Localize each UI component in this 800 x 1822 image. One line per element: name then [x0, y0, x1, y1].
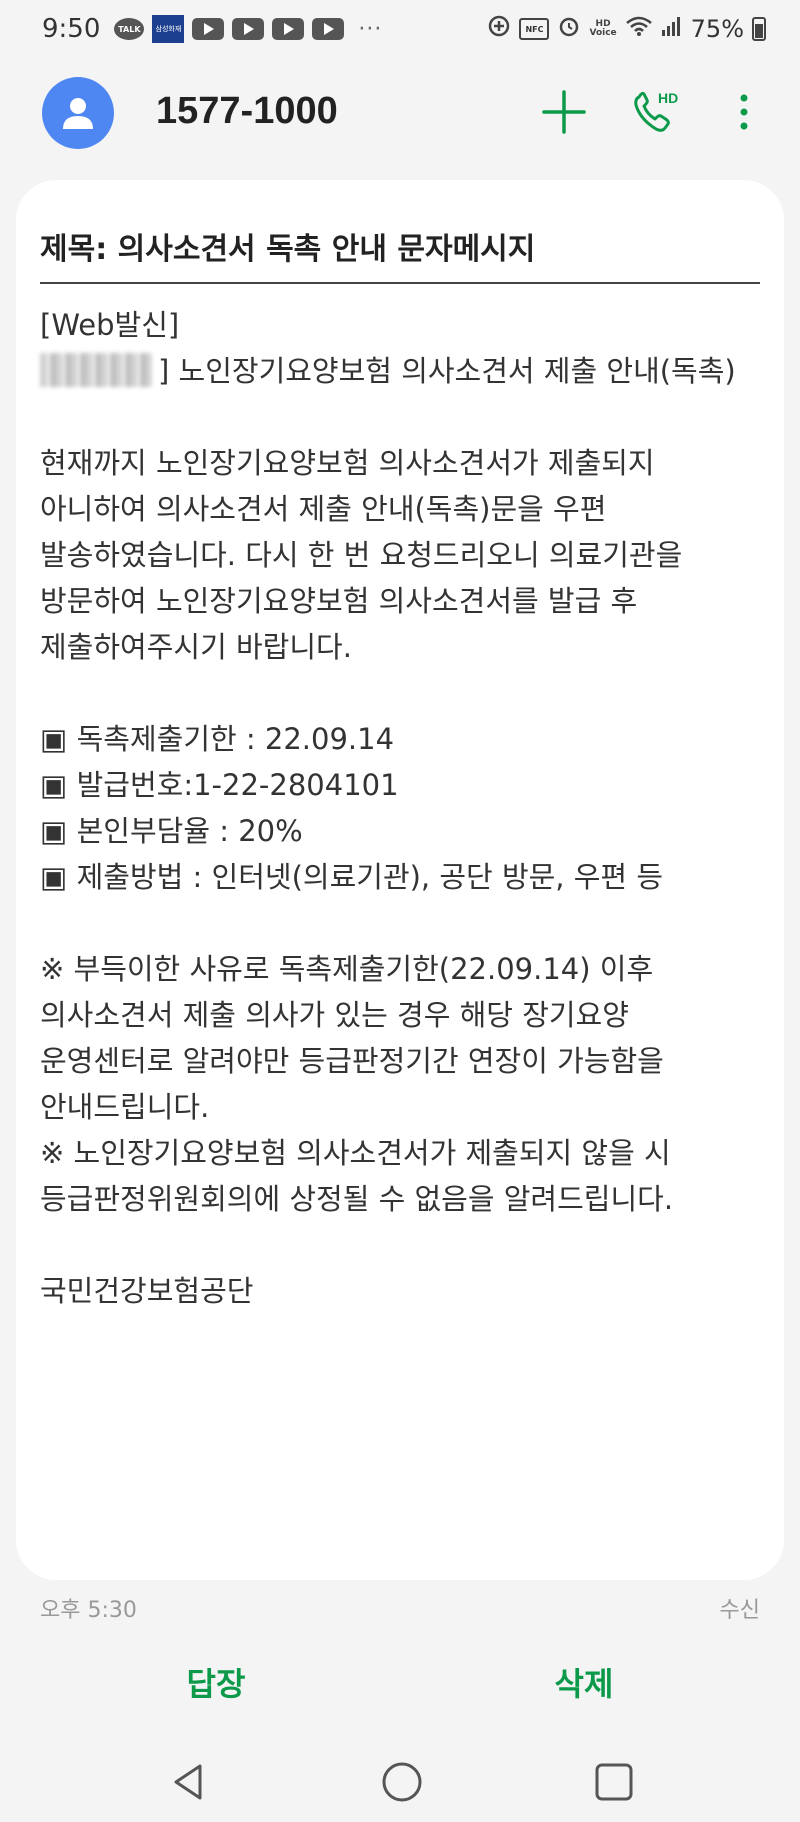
- hd-call-icon: HD: [634, 90, 678, 132]
- notice-line: ] 노인장기요양보험 의사소견서 제출 안내(독촉): [40, 348, 770, 394]
- notice-title: ] 노인장기요양보험 의사소견서 제출 안내(독촉): [158, 354, 736, 388]
- youtube-icon: [272, 18, 305, 40]
- paragraph-line: 방문하여 노인장기요양보험 의사소견서를 발급 후: [40, 584, 638, 618]
- contact-number: 1577-1000: [156, 90, 338, 132]
- back-icon: [174, 1764, 202, 1800]
- nfc-icon: NFC: [519, 18, 550, 40]
- add-icon: [542, 90, 586, 134]
- paragraph-line: 제출하여주시기 바랍니다.: [40, 630, 352, 664]
- avatar-icon[interactable]: [42, 77, 114, 149]
- note-line: 운영센터로 알려야만 등급판정기간 연장이 가능함을: [40, 1044, 664, 1078]
- status-right: NFC HD Voice 75%: [487, 14, 766, 44]
- hd-call-button[interactable]: HD: [628, 86, 680, 138]
- web-tag: [Web발신]: [40, 308, 180, 342]
- youtube-icon: [232, 18, 265, 40]
- note-line: ※ 부득이한 사유로 독촉제출기한(22.09.14) 이후: [40, 952, 654, 986]
- detail-deadline: ▣ 독촉제출기한 : 22.09.14: [40, 722, 395, 756]
- conversation-header: 1577-1000 HD: [0, 70, 800, 160]
- message-subject: 제목: 의사소견서 독촉 안내 문자메시지: [40, 224, 760, 284]
- hd-voice-icon: HD Voice: [589, 19, 617, 38]
- data-saver-icon: [487, 14, 511, 44]
- sender-name: 국민건강보험공단: [40, 1274, 254, 1308]
- detail-copay-rate: ▣ 본인부담율 : 20%: [40, 814, 303, 848]
- paragraph-line: 발송하였습니다. 다시 한 번 요청드리오니 의료기관을: [40, 538, 683, 572]
- signal-icon: [661, 15, 683, 43]
- detail-issue-number: ▣ 발급번호:1-22-2804101: [40, 768, 399, 802]
- status-bar: 9:50 TALK 삼성화재 ··· NFC HD Voice 75%: [0, 0, 800, 58]
- status-time: 9:50: [42, 14, 101, 44]
- note-line: ※ 노인장기요양보험 의사소견서가 제출되지 않을 시: [40, 1136, 671, 1170]
- home-icon: [382, 1762, 422, 1802]
- recents-icon: [595, 1763, 633, 1801]
- delete-button[interactable]: 삭제: [464, 1652, 704, 1712]
- hd-badge: HD: [658, 90, 678, 106]
- message-body: [Web발신] ] 노인장기요양보험 의사소견서 제출 안내(독촉) 현재까지 …: [40, 302, 770, 1314]
- more-icon: [740, 94, 748, 130]
- paragraph-line: 현재까지 노인장기요양보험 의사소견서가 제출되지: [40, 446, 655, 480]
- message-status: 수신: [719, 1598, 760, 1623]
- status-left: 9:50 TALK 삼성화재 ···: [42, 14, 382, 44]
- youtube-icon: [312, 18, 345, 40]
- detail-submit-method: ▣ 제출방법 : 인터넷(의료기관), 공단 방문, 우편 등: [40, 860, 664, 894]
- battery-percent: 75%: [690, 15, 744, 43]
- alarm-icon: [557, 14, 581, 44]
- battery-icon: [752, 17, 766, 41]
- paragraph-line: 아니하여 의사소견서 제출 안내(독촉)문을 우편: [40, 492, 607, 526]
- message-card[interactable]: 제목: 의사소견서 독촉 안내 문자메시지 [Web발신] ] 노인장기요양보험…: [16, 180, 784, 1580]
- redacted-name: [40, 353, 152, 387]
- more-notifications-icon: ···: [358, 16, 383, 42]
- youtube-icon: [192, 18, 225, 40]
- insurance-app-icon: 삼성화재: [152, 15, 185, 43]
- navigation-bar: [0, 1738, 800, 1822]
- wifi-icon: [625, 15, 653, 43]
- recents-button[interactable]: [584, 1752, 644, 1812]
- home-button[interactable]: [372, 1752, 432, 1812]
- header-actions: HD: [538, 86, 770, 138]
- message-time: 오후 5:30: [40, 1598, 137, 1623]
- note-line: 의사소견서 제출 의사가 있는 경우 해당 장기요양: [40, 998, 629, 1032]
- add-contact-button[interactable]: [538, 86, 590, 138]
- more-options-button[interactable]: [718, 86, 770, 138]
- note-line: 안내드립니다.: [40, 1090, 210, 1124]
- kakaotalk-icon: TALK: [114, 18, 145, 40]
- back-button[interactable]: [160, 1752, 220, 1812]
- reply-button[interactable]: 답장: [96, 1652, 336, 1712]
- note-line: 등급판정위원회의에 상정될 수 없음을 알려드립니다.: [40, 1182, 674, 1216]
